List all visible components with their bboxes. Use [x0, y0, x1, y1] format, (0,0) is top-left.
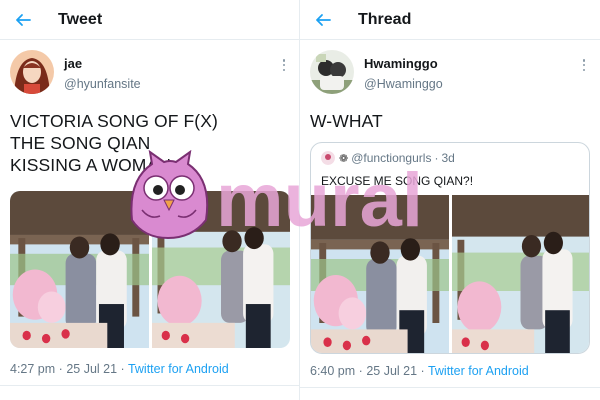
- quoted-tweet-text: EXCUSE ME SONG QIAN?!: [321, 174, 474, 188]
- tweet-meta: 4:27 pm · 25 Jul 21 · Twitter for Androi…: [10, 362, 229, 376]
- meta-separator: ·: [434, 151, 439, 165]
- more-options-icon[interactable]: [278, 56, 290, 74]
- tweet-date: 25 Jul 21: [66, 362, 118, 376]
- meta-separator: ·: [420, 364, 425, 378]
- tweet-text-line: VICTORIA SONG OF F(X): [10, 111, 218, 131]
- meta-separator: ·: [358, 364, 363, 378]
- tweet-date: 25 Jul 21: [366, 364, 418, 378]
- thread-panel: Thread Hwaminggo @Hwaminggo W-WHAT ❁ @fu…: [300, 0, 600, 400]
- divider: [0, 385, 300, 386]
- quoted-age: 3d: [441, 151, 455, 165]
- tweet-header: Tweet: [0, 0, 300, 40]
- tweet-text: W-WHAT: [310, 110, 383, 132]
- quoted-handle[interactable]: @functiongurls: [351, 151, 431, 165]
- more-options-icon[interactable]: [578, 56, 590, 74]
- author-handle[interactable]: @Hwaminggo: [364, 77, 443, 91]
- avatar: [321, 151, 335, 165]
- tweet-text: VICTORIA SONG OF F(X) THE SONG QIAN KISS…: [10, 110, 218, 176]
- meta-separator: ·: [120, 362, 125, 376]
- page-title: Tweet: [58, 10, 103, 28]
- page-title: Thread: [358, 10, 412, 28]
- meta-separator: ·: [58, 362, 63, 376]
- tweet-client-link[interactable]: Twitter for Android: [128, 362, 229, 376]
- tweet-text-line: KISSING A WOMAN: [10, 155, 171, 175]
- author-name[interactable]: Hwaminggo: [364, 56, 438, 71]
- back-arrow-icon[interactable]: [314, 11, 332, 29]
- tweet-text-line: W-WHAT: [310, 111, 383, 131]
- thread-header: Thread: [300, 0, 600, 40]
- tweet-panel: Tweet jae @hyunfansite VICTORIA SONG OF …: [0, 0, 300, 400]
- back-arrow-icon[interactable]: [14, 11, 32, 29]
- quoted-tweet-header: ❁ @functiongurls · 3d: [321, 151, 455, 165]
- tweet-photo[interactable]: [10, 191, 149, 348]
- divider: [300, 387, 600, 388]
- avatar[interactable]: [310, 50, 354, 94]
- tweet-text-line: THE SONG QIAN: [10, 133, 151, 153]
- tweet-author: jae @hyunfansite: [10, 50, 292, 98]
- tweet-media[interactable]: [10, 191, 290, 348]
- tweet-photo[interactable]: [311, 195, 449, 354]
- author-handle[interactable]: @hyunfansite: [64, 77, 141, 91]
- tweet-time: 6:40 pm: [310, 364, 356, 378]
- quoted-emoji-icon: ❁: [339, 152, 349, 165]
- tweet-photo[interactable]: [452, 195, 589, 354]
- author-name[interactable]: jae: [64, 56, 82, 71]
- tweet-author: Hwaminggo @Hwaminggo: [310, 50, 592, 98]
- quoted-tweet-media[interactable]: [311, 195, 589, 354]
- tweet-photo[interactable]: [152, 191, 290, 348]
- tweet-client-link[interactable]: Twitter for Android: [428, 364, 529, 378]
- quoted-tweet[interactable]: ❁ @functiongurls · 3d EXCUSE ME SONG QIA…: [310, 142, 590, 354]
- tweet-time: 4:27 pm: [10, 362, 56, 376]
- avatar[interactable]: [10, 50, 54, 94]
- tweet-meta: 6:40 pm · 25 Jul 21 · Twitter for Androi…: [310, 364, 529, 378]
